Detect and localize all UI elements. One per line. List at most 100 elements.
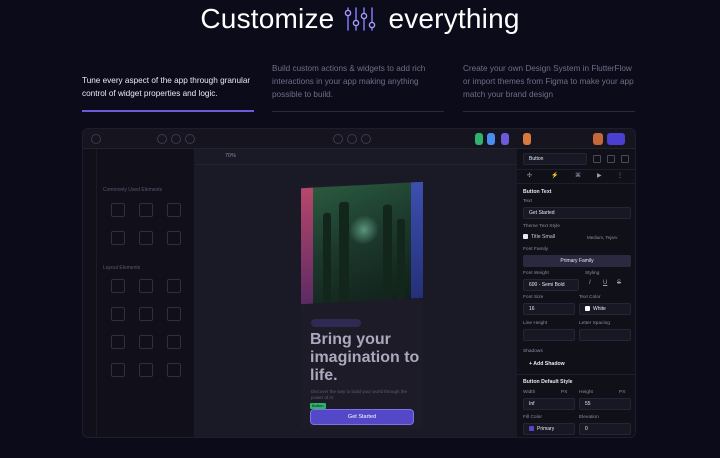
column-widget-icon[interactable] (139, 203, 153, 217)
feature-tab-design-system-text: Create your own Design System in Flutter… (463, 64, 634, 99)
canvas-toolbar: 70% (195, 149, 517, 165)
layout-widget-icon[interactable] (111, 363, 125, 377)
divider (517, 169, 635, 170)
device-desktop-icon[interactable] (361, 134, 371, 144)
row-widget-icon[interactable] (167, 203, 181, 217)
project-icon[interactable] (91, 134, 101, 144)
section-button-text[interactable]: Button Text (523, 189, 551, 195)
add-shadow-button[interactable]: + Add Shadow (529, 361, 565, 367)
layout-widget-icon[interactable] (167, 279, 181, 293)
feature-tab-design-system-underline (463, 111, 635, 112)
layout-widget-icon[interactable] (139, 279, 153, 293)
get-started-button[interactable]: Get Started (310, 409, 414, 425)
layout-widget-icon[interactable] (139, 307, 153, 321)
publish-button[interactable] (607, 133, 625, 145)
feature-tab-build-text: Build custom actions & widgets to add ri… (272, 64, 426, 99)
image-widget-icon[interactable] (139, 231, 153, 245)
container-widget-icon[interactable] (111, 231, 125, 245)
font-weight-label: Font Weight (523, 271, 549, 276)
italic-icon[interactable]: I (589, 280, 591, 286)
widget-palette-panel: Commonly Used Elements Layout Elements (83, 149, 195, 437)
feature-tab-tune-underline (82, 110, 254, 112)
tree-shape (323, 212, 331, 304)
width-unit[interactable]: PX (561, 390, 567, 395)
layout-widget-icon[interactable] (139, 335, 153, 349)
font-family-label: Font Family (523, 247, 549, 252)
search-icon[interactable] (157, 134, 167, 144)
text-color-picker[interactable]: White (579, 303, 631, 315)
copy-icon[interactable] (607, 155, 615, 163)
section-button-default-style[interactable]: Button Default Style (523, 379, 573, 385)
text-color-swatch (585, 306, 590, 312)
underline-icon[interactable]: U (603, 280, 607, 286)
text-widget-icon[interactable] (111, 203, 125, 217)
actions-tab-icon[interactable]: ⚡ (551, 172, 558, 179)
letter-spacing-input[interactable] (579, 329, 631, 341)
height-unit[interactable]: PX (619, 390, 625, 395)
code-icon[interactable] (621, 155, 629, 163)
bug-icon[interactable] (523, 133, 531, 145)
font-size-input[interactable]: 16 (523, 303, 575, 315)
layout-widget-icon[interactable] (167, 335, 181, 349)
light-glow (349, 214, 379, 246)
layout-widget-icon[interactable] (111, 279, 125, 293)
strikethrough-icon[interactable]: S (617, 280, 621, 286)
phone-headline[interactable]: Bring your imagination to life. (310, 331, 420, 385)
layout-widget-icon[interactable] (167, 363, 181, 377)
height-input[interactable]: 55 (579, 398, 631, 410)
feature-tab-tune-text: Tune every aspect of the app through gra… (82, 76, 251, 98)
button-widget-icon[interactable] (167, 231, 181, 245)
animation-tab-icon[interactable]: ▶ (597, 172, 602, 179)
text-color-value: White (593, 306, 606, 312)
settings-icon[interactable] (171, 134, 181, 144)
avatar[interactable] (501, 133, 509, 145)
width-input[interactable]: Inf (523, 398, 575, 410)
elevation-input[interactable]: 0 (579, 423, 631, 435)
zoom-level[interactable]: 70% (225, 153, 236, 159)
status-check-icon (475, 133, 483, 145)
font-size-label: Font Size (523, 295, 544, 300)
device-tablet-icon[interactable] (347, 134, 357, 144)
width-label: Width (523, 390, 536, 395)
more-tab-icon[interactable]: ⋮ (617, 172, 623, 179)
feature-tabs: Tune every aspect of the app through gra… (82, 62, 642, 114)
button-text-input[interactable]: Get Started (523, 207, 631, 219)
sync-icon[interactable] (487, 133, 495, 145)
theme-text-style-value: Title Small (531, 234, 556, 240)
shadows-label: Shadows (523, 349, 543, 354)
layout-widget-icon[interactable] (111, 307, 125, 321)
phone-subtext[interactable]: Discover the way to build your world thr… (311, 389, 411, 401)
layout-widget-icon[interactable] (167, 307, 181, 321)
help-icon[interactable] (185, 134, 195, 144)
tree-shape (397, 218, 405, 300)
font-weight-select[interactable]: 600 - Semi Bold (523, 279, 579, 291)
theme-icon[interactable] (593, 155, 601, 163)
fill-color-label: Fill Color (523, 415, 542, 420)
left-nav-rail (83, 149, 97, 437)
run-icon[interactable] (593, 133, 603, 145)
layout-widget-icon[interactable] (111, 335, 125, 349)
tag-chip (311, 319, 361, 327)
fill-color-swatch (529, 426, 534, 432)
design-canvas[interactable]: 70% Bring your imagination to life. Disc… (195, 149, 517, 437)
fill-color-picker[interactable]: Primary (523, 423, 575, 435)
editor-topbar (83, 129, 635, 149)
properties-panel: Button ✣ ⚡ ⌘ ▶ ⋮ Button Text Text Get St… (517, 149, 635, 437)
backend-tab-icon[interactable]: ⌘ (575, 172, 581, 179)
feature-tab-build[interactable]: Build custom actions & widgets to add ri… (272, 62, 444, 101)
editor-window: Commonly Used Elements Layout Elements 7… (82, 128, 636, 438)
font-family-select[interactable]: Primary Family (523, 255, 631, 267)
widget-name-field[interactable]: Button (523, 153, 587, 165)
theme-text-style-select[interactable]: Title Small (523, 234, 555, 240)
palette-section-layout: Layout Elements (103, 265, 141, 271)
hero-image[interactable] (301, 181, 423, 305)
fill-color-value: Primary (537, 426, 555, 432)
properties-tab-icon[interactable]: ✣ (527, 172, 532, 179)
hero-word-everything: everything (388, 3, 520, 34)
layout-widget-icon[interactable] (139, 363, 153, 377)
device-phone-icon[interactable] (333, 134, 343, 144)
feature-tab-tune[interactable]: Tune every aspect of the app through gra… (82, 74, 254, 100)
line-height-input[interactable] (523, 329, 575, 341)
phone-preview: Bring your imagination to life. Discover… (301, 181, 423, 429)
feature-tab-design-system[interactable]: Create your own Design System in Flutter… (463, 62, 635, 101)
